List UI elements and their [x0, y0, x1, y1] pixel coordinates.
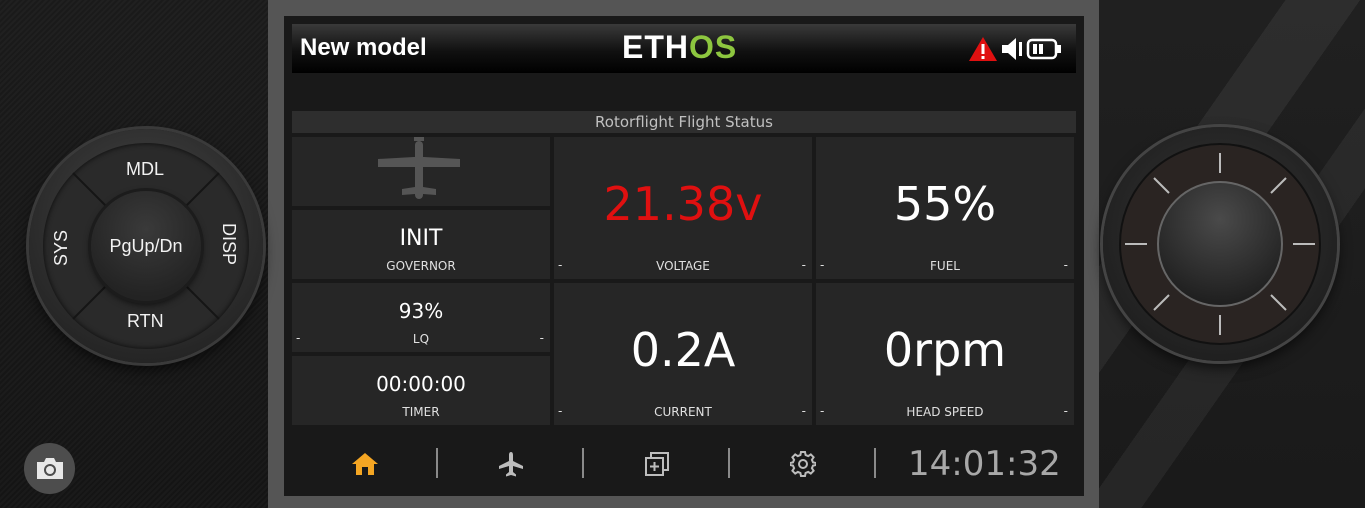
voltage-label: VOLTAGE	[656, 259, 710, 273]
airplane-image-icon	[378, 137, 460, 199]
lq-tile[interactable]: 93% LQ - -	[292, 283, 550, 352]
camera-icon	[36, 457, 63, 479]
lq-max: -	[539, 331, 544, 345]
home-icon	[352, 453, 378, 475]
nav-model-button[interactable]	[493, 446, 529, 482]
headspeed-max: -	[1063, 404, 1068, 418]
fuel-min: -	[820, 258, 825, 272]
nav-settings-button[interactable]	[785, 446, 821, 482]
current-max: -	[801, 404, 806, 418]
current-value: 0.2A	[630, 323, 736, 377]
model-name[interactable]: New model	[300, 34, 427, 62]
lq-value: 93%	[398, 299, 444, 323]
fuel-label: FUEL	[930, 259, 960, 273]
screenshot-button[interactable]	[24, 443, 75, 494]
fuel-max: -	[1063, 258, 1068, 272]
fuel-tile[interactable]: 55% FUEL - -	[816, 137, 1074, 279]
nav-separator	[728, 448, 730, 478]
dpad-disp-button[interactable]: DISP	[218, 223, 239, 265]
nav-separator	[436, 448, 438, 478]
dpad-rtn-button[interactable]: RTN	[127, 311, 164, 332]
timer-tile[interactable]: 00:00:00 TIMER	[292, 356, 550, 425]
lq-label: LQ	[412, 332, 430, 346]
current-tile[interactable]: 0.2A CURRENT - -	[554, 283, 812, 425]
title-bar: New model ETHOS	[292, 24, 1076, 73]
clock: 14:01:32	[908, 444, 1061, 484]
dpad-pgupdn-button[interactable]: PgUp/Dn	[91, 191, 201, 301]
headspeed-tile[interactable]: 0rpm HEAD SPEED - -	[816, 283, 1074, 425]
timer-label: TIMER	[402, 405, 440, 419]
fuel-value: 55%	[893, 177, 997, 231]
governor-label: GOVERNOR	[386, 259, 456, 273]
nav-home-button[interactable]	[347, 446, 383, 482]
lq-min: -	[296, 331, 301, 345]
voltage-tile[interactable]: 21.38v VOLTAGE - -	[554, 137, 812, 279]
current-min: -	[558, 404, 563, 418]
voltage-max: -	[801, 258, 806, 272]
airplane-icon	[499, 452, 523, 477]
dpad-mdl-button[interactable]: MDL	[126, 159, 164, 180]
nav-separator	[582, 448, 584, 478]
governor-tile[interactable]: INIT GOVERNOR	[292, 210, 550, 279]
voltage-min: -	[558, 258, 563, 272]
warning-icon[interactable]	[968, 36, 998, 66]
timer-value: 00:00:00	[376, 372, 466, 396]
widget-title: Rotorflight Flight Status	[292, 111, 1076, 133]
status-icons	[966, 36, 1072, 64]
settings-icon	[790, 451, 816, 477]
speaker-icon[interactable]	[1000, 36, 1024, 66]
headspeed-label: HEAD SPEED	[906, 405, 984, 419]
rotary-encoder[interactable]	[1103, 127, 1337, 361]
voltage-value: 21.38v	[603, 177, 763, 231]
nav-separator	[874, 448, 876, 478]
dpad: MDL SYS DISP RTN PgUp/Dn	[29, 129, 263, 363]
ethos-logo: ETHOS	[622, 29, 738, 65]
widgets-icon	[645, 452, 669, 476]
rotary-wheel-icon	[1119, 143, 1321, 345]
current-label: CURRENT	[654, 405, 712, 419]
dpad-sys-button[interactable]: SYS	[51, 230, 72, 266]
headspeed-min: -	[820, 404, 825, 418]
model-image-tile[interactable]	[292, 137, 550, 206]
headspeed-value: 0rpm	[883, 323, 1007, 377]
governor-value: INIT	[399, 226, 443, 251]
nav-widgets-button[interactable]	[639, 446, 675, 482]
battery-icon[interactable]	[1026, 36, 1062, 66]
